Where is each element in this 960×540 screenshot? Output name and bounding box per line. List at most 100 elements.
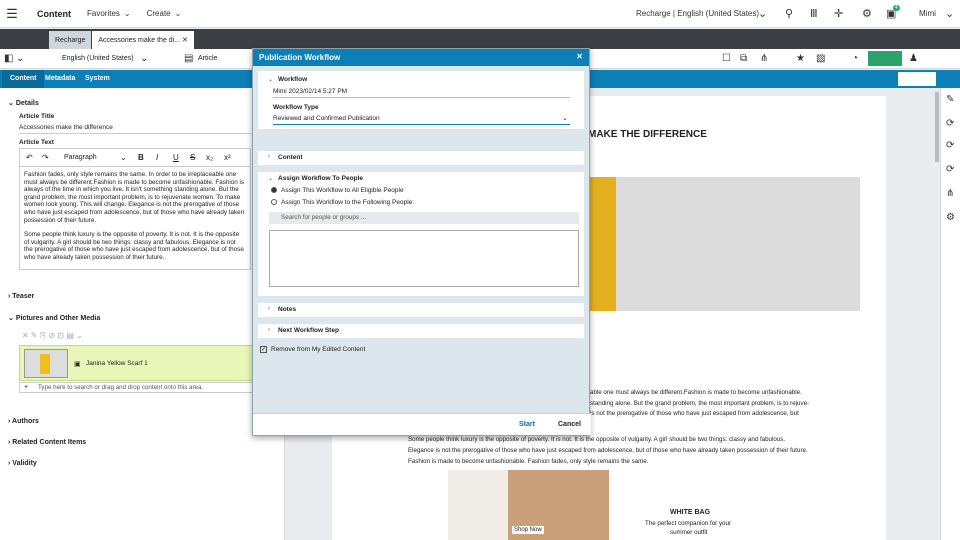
related-section[interactable]: › Related Content Items — [0, 439, 285, 446]
open-external-icon[interactable]: ⧉ — [740, 53, 747, 64]
validity-section[interactable]: › Validity — [0, 460, 285, 467]
chevron-down-icon[interactable]: ⌄ — [562, 114, 568, 122]
workflow-name[interactable]: Mimi 2023/02/14 5:27 PM — [273, 88, 347, 95]
chevron-down-icon[interactable]: ⌄ — [120, 153, 127, 162]
bag-image: Shop Now — [448, 470, 609, 540]
top-bar: ☰ Content Favorites ⌄ Create ⌄ Recharge | … — [0, 0, 960, 28]
media-toolbar: ✕ ✎ ⎘ ⊘ ⊡ ▤ ⌄ — [22, 331, 83, 340]
article-icon: ▤ — [184, 53, 194, 64]
authors-section[interactable]: › Authors — [0, 418, 285, 425]
user-icon[interactable]: ♟ — [909, 53, 918, 64]
hero-image — [590, 177, 860, 311]
device-switcher[interactable] — [898, 72, 936, 86]
italic-icon[interactable]: I — [156, 153, 158, 162]
tab-bar: Recharge Accessories make the di... ✕ — [0, 29, 960, 49]
edit-icon[interactable]: ✎ — [946, 94, 954, 105]
publish-icon[interactable]: ☐ — [722, 53, 731, 64]
workflow-type-select[interactable]: Reviewed and Confirmed Publication — [273, 115, 380, 122]
assign-label: Assign Workflow To People — [278, 175, 363, 182]
chevron-down-icon[interactable]: ⌄ — [758, 7, 767, 20]
locale-selector[interactable]: English (United States) — [62, 55, 134, 62]
redo-icon[interactable]: ↷ — [42, 153, 49, 162]
rich-text-editor[interactable]: ↶ ↷ Paragraph ⌄ B I U S x₂ x² Fashion fa… — [19, 148, 251, 270]
bag-desc-2: summer outfit — [670, 529, 708, 536]
text-label: Article Text — [19, 139, 54, 146]
share-icon[interactable]: ⋔ — [760, 53, 768, 64]
editor-content[interactable]: Fashion fades, only style remains the sa… — [20, 167, 250, 265]
preview-toggle[interactable] — [868, 51, 902, 66]
title-field[interactable]: Accessories make the difference — [19, 124, 113, 131]
image-icon[interactable]: ▨ — [816, 53, 825, 64]
library-icon[interactable]: Ⅲ — [810, 7, 818, 20]
dialog-body: ⌄ Workflow Mimi 2023/02/14 5:27 PM Workf… — [253, 66, 591, 414]
underline-icon[interactable]: U — [173, 153, 179, 162]
chevron-down-icon[interactable]: ⌄ — [945, 7, 954, 20]
preview-text-2: Some people think luxury is the opposite… — [408, 436, 808, 465]
tab-article[interactable]: Accessories make the di... ✕ — [92, 31, 194, 49]
scrollbar[interactable] — [935, 92, 939, 162]
people-search-input[interactable]: Search for people or groups ... — [269, 212, 579, 224]
subscript-icon[interactable]: x₂ — [206, 153, 213, 162]
sync-icon[interactable]: ⟳ — [946, 140, 954, 151]
plugin-icon[interactable]: ⚙ — [946, 212, 955, 223]
next-step-panel[interactable]: › Next Workflow Step — [258, 324, 584, 338]
type-selector[interactable]: Article — [198, 55, 217, 62]
paragraph-select[interactable]: Paragraph — [64, 154, 97, 161]
clock-icon[interactable]: ◔ — [852, 53, 858, 64]
site-selector[interactable]: Recharge | English (United States) — [636, 9, 759, 18]
radio-all[interactable] — [271, 187, 277, 193]
notification-badge: 4 — [893, 5, 900, 11]
target-icon[interactable]: ✛ — [834, 7, 843, 20]
content-panel[interactable]: › Content — [258, 151, 584, 165]
superscript-icon[interactable]: x² — [224, 153, 231, 162]
option-following-label: Assign This Workflow to the Following Pe… — [281, 199, 415, 206]
undo-icon[interactable]: ↶ — [26, 153, 33, 162]
media-list[interactable]: ▣ Janina Yellow Scarf 1 — [19, 345, 281, 381]
plugin-icon[interactable]: ⚙ — [862, 7, 872, 20]
right-sidebar: ✎ ⟳ ⟳ ⟳ ⋔ ⚙ — [940, 88, 960, 540]
tab-metadata[interactable]: Metadata — [45, 75, 75, 82]
people-list[interactable] — [269, 230, 579, 287]
panel-icon[interactable]: ◧ — [4, 53, 13, 64]
plus-icon: + — [24, 384, 29, 391]
media-thumbnail[interactable] — [24, 349, 68, 378]
create-menu[interactable]: Create — [147, 9, 171, 18]
media-drop-area[interactable]: + Type here to search or drag and drop c… — [19, 382, 281, 393]
tab-system[interactable]: System — [85, 75, 110, 82]
favorites-menu[interactable]: Favorites — [87, 9, 120, 18]
tab-content[interactable]: Content — [2, 70, 45, 88]
chevron-down-icon[interactable]: ⌄ — [268, 76, 273, 83]
pictures-section[interactable]: ⌄ Pictures and Other Media — [0, 314, 285, 322]
menu-icon[interactable]: ☰ — [0, 0, 24, 28]
media-item-label[interactable]: Janina Yellow Scarf 1 — [86, 360, 148, 367]
shop-now-button[interactable]: Shop Now — [512, 526, 544, 534]
user-menu[interactable]: Mimi — [919, 9, 936, 18]
bag-title: WHITE BAG — [670, 509, 711, 516]
notes-panel[interactable]: › Notes — [258, 303, 584, 317]
remove-checkbox[interactable]: ✓ — [260, 346, 267, 353]
start-button[interactable]: Start — [519, 421, 535, 428]
publication-workflow-dialog: Publication Workflow ✕ ⌄ Workflow Mimi 2… — [252, 48, 591, 436]
strike-icon[interactable]: S — [190, 153, 195, 162]
chevron-down-icon[interactable]: ⌄ — [268, 175, 273, 182]
cancel-button[interactable]: Cancel — [558, 421, 581, 428]
close-icon[interactable]: ✕ — [576, 52, 583, 61]
search-icon[interactable]: ⚲ — [785, 7, 793, 20]
radio-following[interactable] — [271, 199, 277, 205]
sync-icon[interactable]: ⟳ — [946, 118, 954, 129]
layout-icon[interactable] — [20, 31, 48, 49]
teaser-section[interactable]: › Teaser — [0, 293, 285, 300]
editor-toolbar: ↶ ↷ Paragraph ⌄ B I U S x₂ x² — [20, 149, 250, 167]
workflow-panel: ⌄ Workflow Mimi 2023/02/14 5:27 PM Workf… — [258, 71, 584, 129]
chevron-down-icon[interactable]: ⌄ — [140, 53, 148, 64]
chevron-down-icon[interactable]: ⌄ — [16, 53, 24, 64]
media-hint: Type here to search or drag and drop con… — [38, 384, 204, 391]
star-icon[interactable]: ★ — [796, 53, 805, 64]
details-section[interactable]: ⌄ Details — [0, 99, 285, 107]
bold-icon[interactable]: B — [138, 153, 144, 162]
workflow-type-label: Workflow Type — [273, 104, 319, 111]
share-icon[interactable]: ⋔ — [946, 188, 954, 199]
tab-recharge[interactable]: Recharge — [49, 31, 92, 49]
sync-icon[interactable]: ⟳ — [946, 164, 954, 175]
image-icon: ▣ — [74, 361, 81, 368]
